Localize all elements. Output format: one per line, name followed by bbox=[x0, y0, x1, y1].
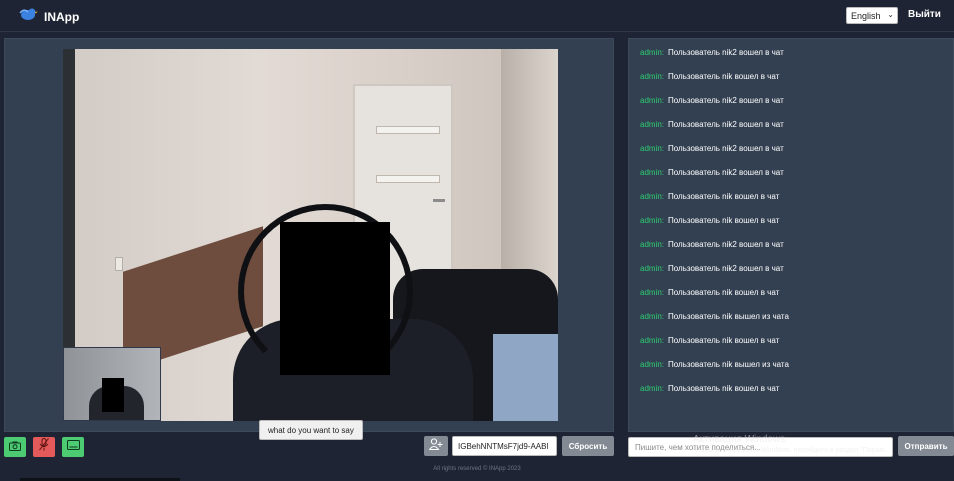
speech-caption: what do you want to say bbox=[259, 420, 363, 440]
chat-message-user: admin: bbox=[640, 216, 665, 225]
chat-message: admin: Пользователь nik вошел в чат bbox=[640, 384, 779, 393]
chat-message: admin: Пользователь nik вышел из чата bbox=[640, 312, 789, 321]
wall-outlet bbox=[115, 257, 123, 271]
logout-button[interactable]: Выйти bbox=[908, 9, 941, 20]
face-redaction bbox=[280, 222, 390, 375]
chat-message: admin: Пользователь nik2 вошел в чат bbox=[640, 168, 784, 177]
footer-copyright: All rights reserved © INApp 2023 bbox=[433, 466, 521, 472]
local-video-preview bbox=[63, 347, 161, 421]
screen-icon bbox=[66, 438, 80, 456]
chevron-down-icon: ⌄ bbox=[887, 10, 894, 19]
chat-message: admin: Пользователь nik вошел в чат bbox=[640, 288, 779, 297]
chat-message: admin: Пользователь nik2 вошел в чат bbox=[640, 120, 784, 129]
screen-share-button[interactable] bbox=[62, 437, 84, 457]
chat-message-user: admin: bbox=[640, 264, 665, 273]
chat-message-text: Пользователь nik вышел из чата bbox=[668, 312, 789, 321]
chat-message-user: admin: bbox=[640, 192, 665, 201]
chat-message-user: admin: bbox=[640, 120, 665, 129]
language-select[interactable]: English ⌄ bbox=[846, 7, 898, 24]
chat-message-text: Пользователь nik вошел в чат bbox=[668, 192, 780, 201]
add-user-button[interactable] bbox=[424, 436, 448, 456]
room-id-input[interactable] bbox=[452, 436, 557, 456]
chat-message-text: Пользователь nik вошел в чат bbox=[668, 216, 780, 225]
add-user-icon bbox=[428, 437, 443, 455]
chat-message: admin: Пользователь nik2 вошел в чат bbox=[640, 240, 784, 249]
chat-message-user: admin: bbox=[640, 360, 665, 369]
chat-panel[interactable]: admin: Пользователь nik2 вошел в чат admin… bbox=[628, 38, 954, 432]
chat-message-text: Пользователь nik вышел из чата bbox=[668, 360, 789, 369]
app-name: INApp bbox=[44, 9, 80, 24]
chat-message-user: admin: bbox=[640, 384, 665, 393]
chat-message-text: Пользователь nik2 вошел в чат bbox=[668, 120, 784, 129]
chat-message: admin: Пользователь nik2 вошел в чат bbox=[640, 96, 784, 105]
send-button[interactable]: Отправить bbox=[898, 436, 954, 456]
chat-message-text: Пользователь nik2 вошел в чат bbox=[668, 168, 784, 177]
chat-message: admin: Пользователь nik вышел из чата bbox=[640, 360, 789, 369]
chat-message-user: admin: bbox=[640, 288, 665, 297]
camera-toggle-button[interactable] bbox=[4, 437, 26, 457]
chat-message-text: Пользователь nik вошел в чат bbox=[668, 336, 780, 345]
microphone-toggle-button[interactable] bbox=[33, 437, 55, 457]
chat-message-user: admin: bbox=[640, 48, 665, 57]
chat-message-text: Пользователь nik2 вошел в чат bbox=[668, 264, 784, 273]
microphone-muted-icon bbox=[39, 438, 49, 456]
chat-message: admin: Пользователь nik2 вошел в чат bbox=[640, 264, 784, 273]
chat-message: admin: Пользователь nik вошел в чат bbox=[640, 216, 779, 225]
chat-message-text: Пользователь nik2 вошел в чат bbox=[668, 96, 784, 105]
chat-message-text: Пользователь nik вошел в чат bbox=[668, 288, 780, 297]
chat-message-user: admin: bbox=[640, 312, 665, 321]
app-logo[interactable]: INApp bbox=[18, 7, 79, 26]
chat-message: admin: Пользователь nik2 вошел в чат bbox=[640, 48, 784, 57]
chat-message-user: admin: bbox=[640, 72, 665, 81]
chat-message: admin: Пользователь nik вошел в чат bbox=[640, 72, 779, 81]
language-value: English bbox=[851, 10, 881, 21]
chat-message-text: Пользователь nik2 вошел в чат bbox=[668, 48, 784, 57]
chat-message-user: admin: bbox=[640, 336, 665, 345]
chat-message-user: admin: bbox=[640, 168, 665, 177]
bird-logo-icon bbox=[18, 7, 38, 26]
chat-message-text: Пользователь nik вошел в чат bbox=[668, 384, 780, 393]
chat-message-text: Пользователь nik2 вошел в чат bbox=[668, 240, 784, 249]
reset-button[interactable]: Сбросить bbox=[562, 436, 614, 456]
top-bar: INApp English ⌄ Выйти bbox=[0, 0, 954, 32]
video-panel: what do you want to say bbox=[4, 38, 614, 440]
chat-message: admin: Пользователь nik вошел в чат bbox=[640, 336, 779, 345]
chat-message-text: Пользователь nik2 вошел в чат bbox=[668, 144, 784, 153]
chat-message-user: admin: bbox=[640, 240, 665, 249]
chat-message-text: Пользователь nik вошел в чат bbox=[668, 72, 780, 81]
chat-message-input[interactable] bbox=[628, 437, 893, 457]
chat-message: admin: Пользователь nik2 вошел в чат bbox=[640, 144, 784, 153]
chat-message-user: admin: bbox=[640, 96, 665, 105]
camera-icon bbox=[9, 438, 21, 456]
chat-message: admin: Пользователь nik вошел в чат bbox=[640, 192, 779, 201]
chat-message-user: admin: bbox=[640, 144, 665, 153]
